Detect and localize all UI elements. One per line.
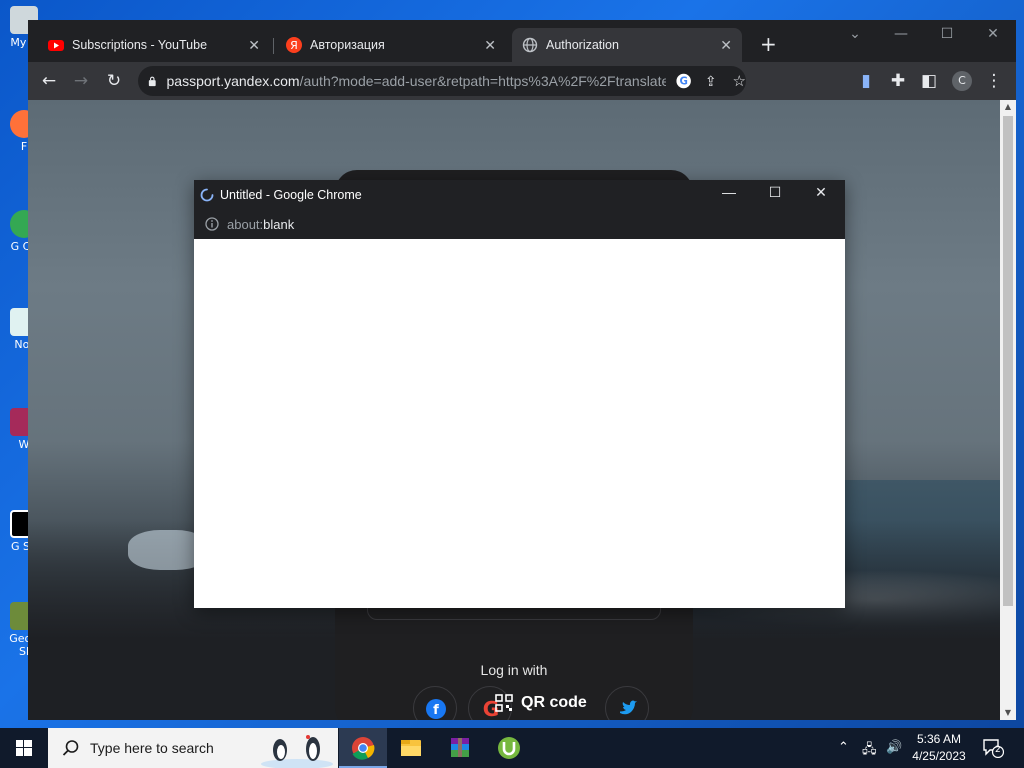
close-window-button[interactable]: ✕ (978, 26, 1008, 42)
address-bar[interactable]: passport.yandex.com /auth?mode=add-user&… (138, 66, 746, 96)
svg-text:f: f (433, 703, 439, 718)
popup-address-bar[interactable]: about: blank (194, 209, 845, 239)
side-panel-icon[interactable]: ◧ (918, 70, 940, 92)
taskbar-winrar[interactable] (436, 728, 484, 768)
youtube-icon (48, 40, 64, 51)
qr-code-icon (495, 694, 513, 712)
qr-code-button[interactable]: QR code (495, 694, 587, 712)
show-hidden-icons[interactable]: ⌃ (838, 740, 849, 755)
search-icon (62, 740, 79, 756)
facebook-icon: f (426, 699, 446, 719)
popup-url-scheme: about: (227, 216, 264, 232)
tab-search-icon[interactable]: ⌄ (840, 26, 870, 42)
taskbar-chrome[interactable] (339, 728, 387, 768)
loading-spinner-icon (200, 188, 214, 201)
scroll-up-icon[interactable]: ▲ (1000, 100, 1016, 114)
back-icon[interactable]: ← (38, 70, 60, 92)
popup-title: Untitled - Google Chrome (220, 187, 362, 202)
taskbar-file-explorer[interactable] (387, 728, 435, 768)
tab-strip: Subscriptions - YouTube ✕ Я Авторизация … (28, 20, 1016, 62)
clock-date: 4/25/2023 (912, 749, 966, 763)
scroll-thumb[interactable] (1003, 116, 1013, 606)
page-scrollbar[interactable]: ▲ ▼ (1000, 100, 1016, 720)
taskbar-utorrent[interactable] (485, 728, 533, 768)
maximize-button[interactable]: ☐ (932, 26, 962, 42)
notification-center-button[interactable]: 2 (982, 738, 1005, 759)
svg-text:G: G (679, 76, 687, 87)
popup-url-page: blank (263, 216, 295, 232)
tab-youtube[interactable]: Subscriptions - YouTube ✕ (38, 28, 270, 62)
notification-count: 2 (995, 745, 1001, 755)
penguins-illustration-icon (261, 735, 333, 768)
chrome-icon (352, 737, 375, 760)
scroll-down-icon[interactable]: ▼ (1000, 706, 1016, 720)
profile-avatar[interactable]: C (952, 71, 972, 91)
clock-time: 5:36 AM (916, 732, 962, 746)
taskbar: Type here to search ⌃ 🖧 🔊 5:36 AM 4/25/2… (0, 728, 1024, 768)
popup-minimize-button[interactable]: — (714, 184, 744, 200)
windows-logo-icon (16, 740, 32, 756)
winrar-icon (451, 738, 469, 757)
close-tab-icon[interactable]: ✕ (248, 37, 260, 54)
tab-title: Авторизация (310, 38, 385, 52)
taskbar-search[interactable]: Type here to search (48, 728, 338, 768)
share-icon[interactable]: ⇪ (705, 73, 717, 90)
extensions-puzzle-icon[interactable]: ✚ (887, 70, 909, 92)
folder-icon (401, 740, 421, 756)
search-placeholder: Type here to search (90, 740, 214, 756)
tab-authorization[interactable]: Authorization ✕ (512, 28, 742, 62)
popup-maximize-button[interactable]: ☐ (760, 184, 790, 201)
new-tab-button[interactable]: + (760, 34, 777, 54)
tab-yandex[interactable]: Я Авторизация ✕ (276, 28, 506, 62)
url-path: /auth?mode=add-user&retpath=https%3A%2F%… (299, 73, 666, 89)
browser-toolbar: ← → ↻ passport.yandex.com /auth?mode=add… (28, 62, 1016, 100)
twitter-icon (620, 700, 637, 715)
utorrent-icon (498, 737, 520, 759)
minimize-button[interactable]: — (886, 26, 916, 42)
network-icon[interactable]: 🖧 (862, 740, 877, 762)
popup-close-button[interactable]: ✕ (806, 184, 836, 201)
login-with-label: Log in with (480, 662, 548, 678)
google-icon[interactable]: G (675, 72, 691, 90)
extension-icon[interactable]: ▮ (855, 70, 877, 92)
qr-code-label: QR code (521, 694, 587, 711)
url-host: passport.yandex.com (166, 73, 300, 89)
volume-icon[interactable]: 🔊 (886, 740, 902, 755)
svg-text:Я: Я (290, 39, 298, 52)
tab-separator (273, 38, 274, 54)
reload-icon[interactable]: ↻ (103, 70, 125, 92)
globe-icon (522, 37, 538, 53)
facebook-button[interactable]: f (413, 686, 457, 720)
forward-icon[interactable]: → (70, 70, 92, 92)
yandex-icon: Я (286, 37, 302, 53)
popup-window: Untitled - Google Chrome — ☐ ✕ about: bl… (194, 180, 845, 608)
bookmark-star-icon[interactable]: ☆ (733, 72, 746, 90)
twitter-button[interactable] (605, 686, 649, 720)
tab-title: Authorization (546, 38, 619, 52)
menu-icon[interactable]: ⋮ (983, 70, 1005, 92)
tab-title: Subscriptions - YouTube (72, 38, 208, 52)
close-tab-icon[interactable]: ✕ (720, 37, 732, 54)
close-tab-icon[interactable]: ✕ (484, 37, 496, 54)
info-icon[interactable] (205, 217, 219, 231)
taskbar-clock[interactable]: 5:36 AM 4/25/2023 (906, 731, 972, 765)
popup-title-bar: Untitled - Google Chrome — ☐ ✕ (194, 180, 845, 209)
start-button[interactable] (0, 728, 48, 768)
lock-icon (148, 76, 156, 87)
